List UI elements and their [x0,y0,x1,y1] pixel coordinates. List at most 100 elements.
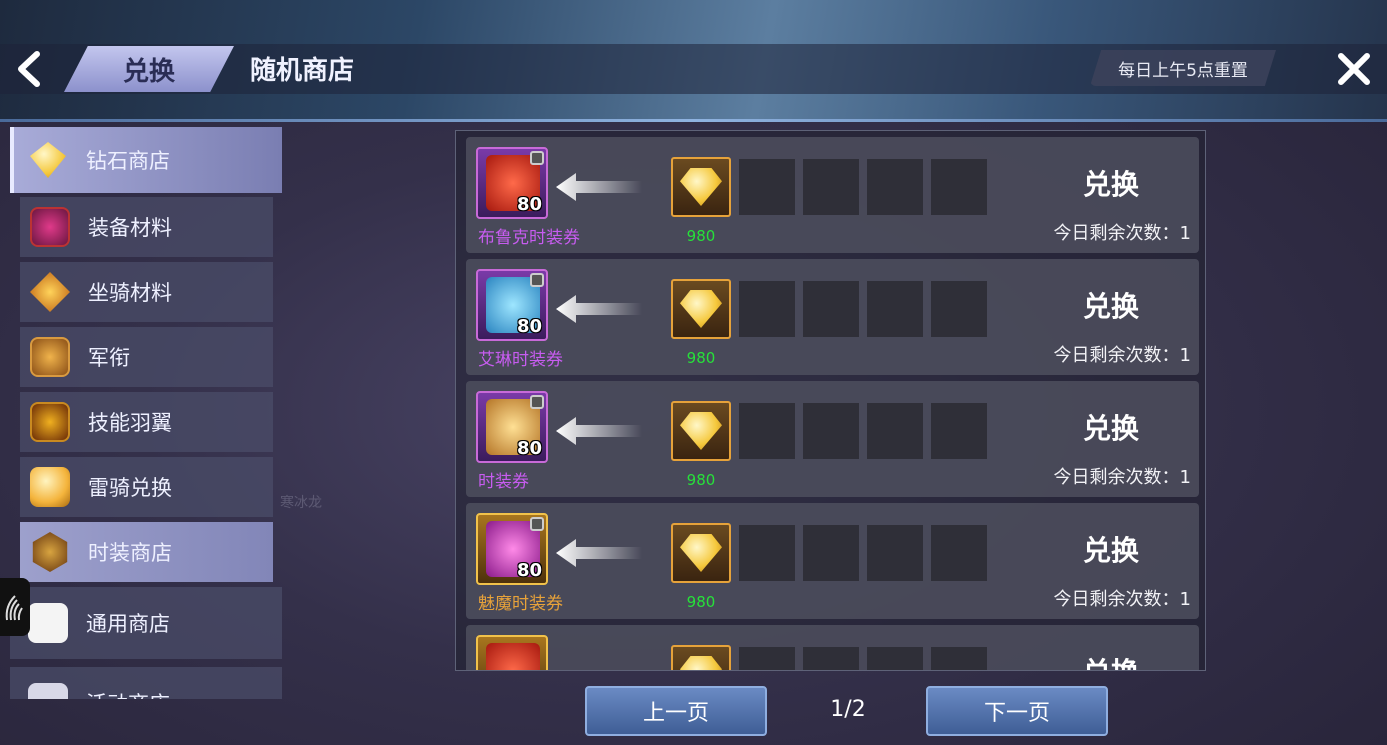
arrow-left-icon [556,295,642,323]
reward-item-slot[interactable] [476,635,548,670]
sidebar-item-label: 坐骑材料 [88,281,172,305]
remaining-count: 今日剩余次数：1 [1053,589,1191,610]
exchange-button[interactable]: 兑换 [1056,163,1166,203]
diamond-icon [30,142,66,178]
empty-slot [739,281,795,337]
close-icon [1338,53,1370,85]
sidebar-item-label: 装备材料 [88,216,172,240]
cost-item-slot[interactable] [671,401,731,461]
exchange-button[interactable]: 兑换 [1056,651,1166,670]
remaining-count: 今日剩余次数：1 [1053,223,1191,244]
page-indicator: 1/2 [830,697,866,722]
sidebar-item-label: 军衔 [88,346,130,370]
exchange-button[interactable]: 兑换 [1056,529,1166,569]
empty-slot [867,525,923,581]
empty-slot [867,647,923,670]
fashion-voucher-icon [486,643,540,670]
floating-widget-tab[interactable] [0,578,30,636]
skill-wing-icon [30,402,70,442]
exchange-button[interactable]: 兑换 [1056,407,1166,447]
tab-exchange[interactable]: 兑换 [64,46,234,92]
common-shop-icon [28,603,68,643]
cost-item-slot[interactable] [671,523,731,583]
sidebar-item-label: 活动商店 [86,688,170,699]
next-page-button[interactable]: 下一页 [926,686,1108,736]
empty-slot [867,281,923,337]
item-count: 80 [516,560,542,581]
lock-icon [530,151,544,165]
item-count: 80 [516,194,542,215]
empty-slot [739,403,795,459]
empty-slot [739,159,795,215]
close-button[interactable] [1326,44,1382,94]
diamond-icon [680,290,722,328]
lock-icon [530,395,544,409]
sidebar-item-activity-shop[interactable]: 活动商店 [10,667,282,699]
item-count: 80 [516,438,542,459]
shop-category-sidebar: 钻石商店 装备材料 坐骑材料 军衔 技能羽翼 雷骑兑换 时装商店 通用商店 活动… [0,125,290,699]
item-name: 艾琳时装券 [478,350,563,370]
fashion-shop-icon [32,532,68,572]
sidebar-item-rank[interactable]: 军衔 [20,327,273,387]
diamond-icon [680,168,722,206]
empty-slot [931,281,987,337]
exchange-list[interactable]: 80 布鲁克时装券 980 兑换 今日剩余次数：1 80 艾琳时装券 980 兑… [455,130,1206,671]
sidebar-item-mount-material[interactable]: 坐骑材料 [20,262,273,322]
back-button[interactable] [0,44,56,94]
list-item: 80 艾琳时装券 980 兑换 今日剩余次数：1 [466,259,1199,375]
empty-slot [803,647,859,670]
empty-slot [931,647,987,670]
cost-value: 980 [686,349,716,367]
sidebar-item-label: 通用商店 [86,612,170,636]
empty-slot [803,403,859,459]
empty-slot [739,647,795,670]
cost-item-slot[interactable] [671,157,731,217]
sidebar-item-label: 雷骑兑换 [88,476,172,500]
reward-item-slot[interactable]: 80 [476,147,548,219]
empty-slot [803,525,859,581]
diamond-icon [680,412,722,450]
chevron-left-icon [18,51,40,87]
sidebar-item-label: 钻石商店 [86,149,170,173]
list-item: 80 时装券 980 兑换 今日剩余次数：1 [466,381,1199,497]
rank-icon [30,337,70,377]
diamond-icon [680,656,722,670]
arrow-left-icon [556,539,642,567]
reward-item-slot[interactable]: 80 [476,391,548,463]
lock-icon [530,517,544,531]
cost-item-slot[interactable] [671,645,731,670]
thunder-rider-icon [30,467,70,507]
empty-slot [739,525,795,581]
cost-value: 980 [686,227,716,245]
fingerprint-icon [5,595,23,621]
sidebar-item-equipment-material[interactable]: 装备材料 [20,197,273,257]
arrow-left-icon [556,417,642,445]
list-item: 80 魅魔时装券 980 兑换 今日剩余次数：1 [466,503,1199,619]
sidebar-item-diamond-shop[interactable]: 钻石商店 [10,127,282,193]
cost-item-slot[interactable] [671,279,731,339]
cost-value: 980 [686,471,716,489]
prev-page-button[interactable]: 上一页 [585,686,767,736]
sidebar-item-fashion-shop[interactable]: 时装商店 [20,522,273,582]
empty-slot [931,159,987,215]
activity-shop-icon [28,683,68,699]
sidebar-item-common-shop[interactable]: 通用商店 [10,587,282,659]
reward-item-slot[interactable]: 80 [476,269,548,341]
lock-icon [530,273,544,287]
remaining-count: 今日剩余次数：1 [1053,345,1191,366]
empty-slot [803,159,859,215]
diamond-icon [680,534,722,572]
empty-slot [931,403,987,459]
reward-item-slot[interactable]: 80 [476,513,548,585]
exchange-button[interactable]: 兑换 [1056,285,1166,325]
arrow-left-icon [556,173,642,201]
item-name: 布鲁克时装券 [478,228,580,248]
sidebar-item-label: 时装商店 [88,541,172,565]
empty-slot [867,403,923,459]
empty-slot [803,281,859,337]
sidebar-item-skill-wing[interactable]: 技能羽翼 [20,392,273,452]
item-count: 80 [516,316,542,337]
sidebar-item-thunder-rider[interactable]: 雷骑兑换 [20,457,273,517]
page-title: 随机商店 [250,56,355,86]
equipment-material-icon [30,207,70,247]
